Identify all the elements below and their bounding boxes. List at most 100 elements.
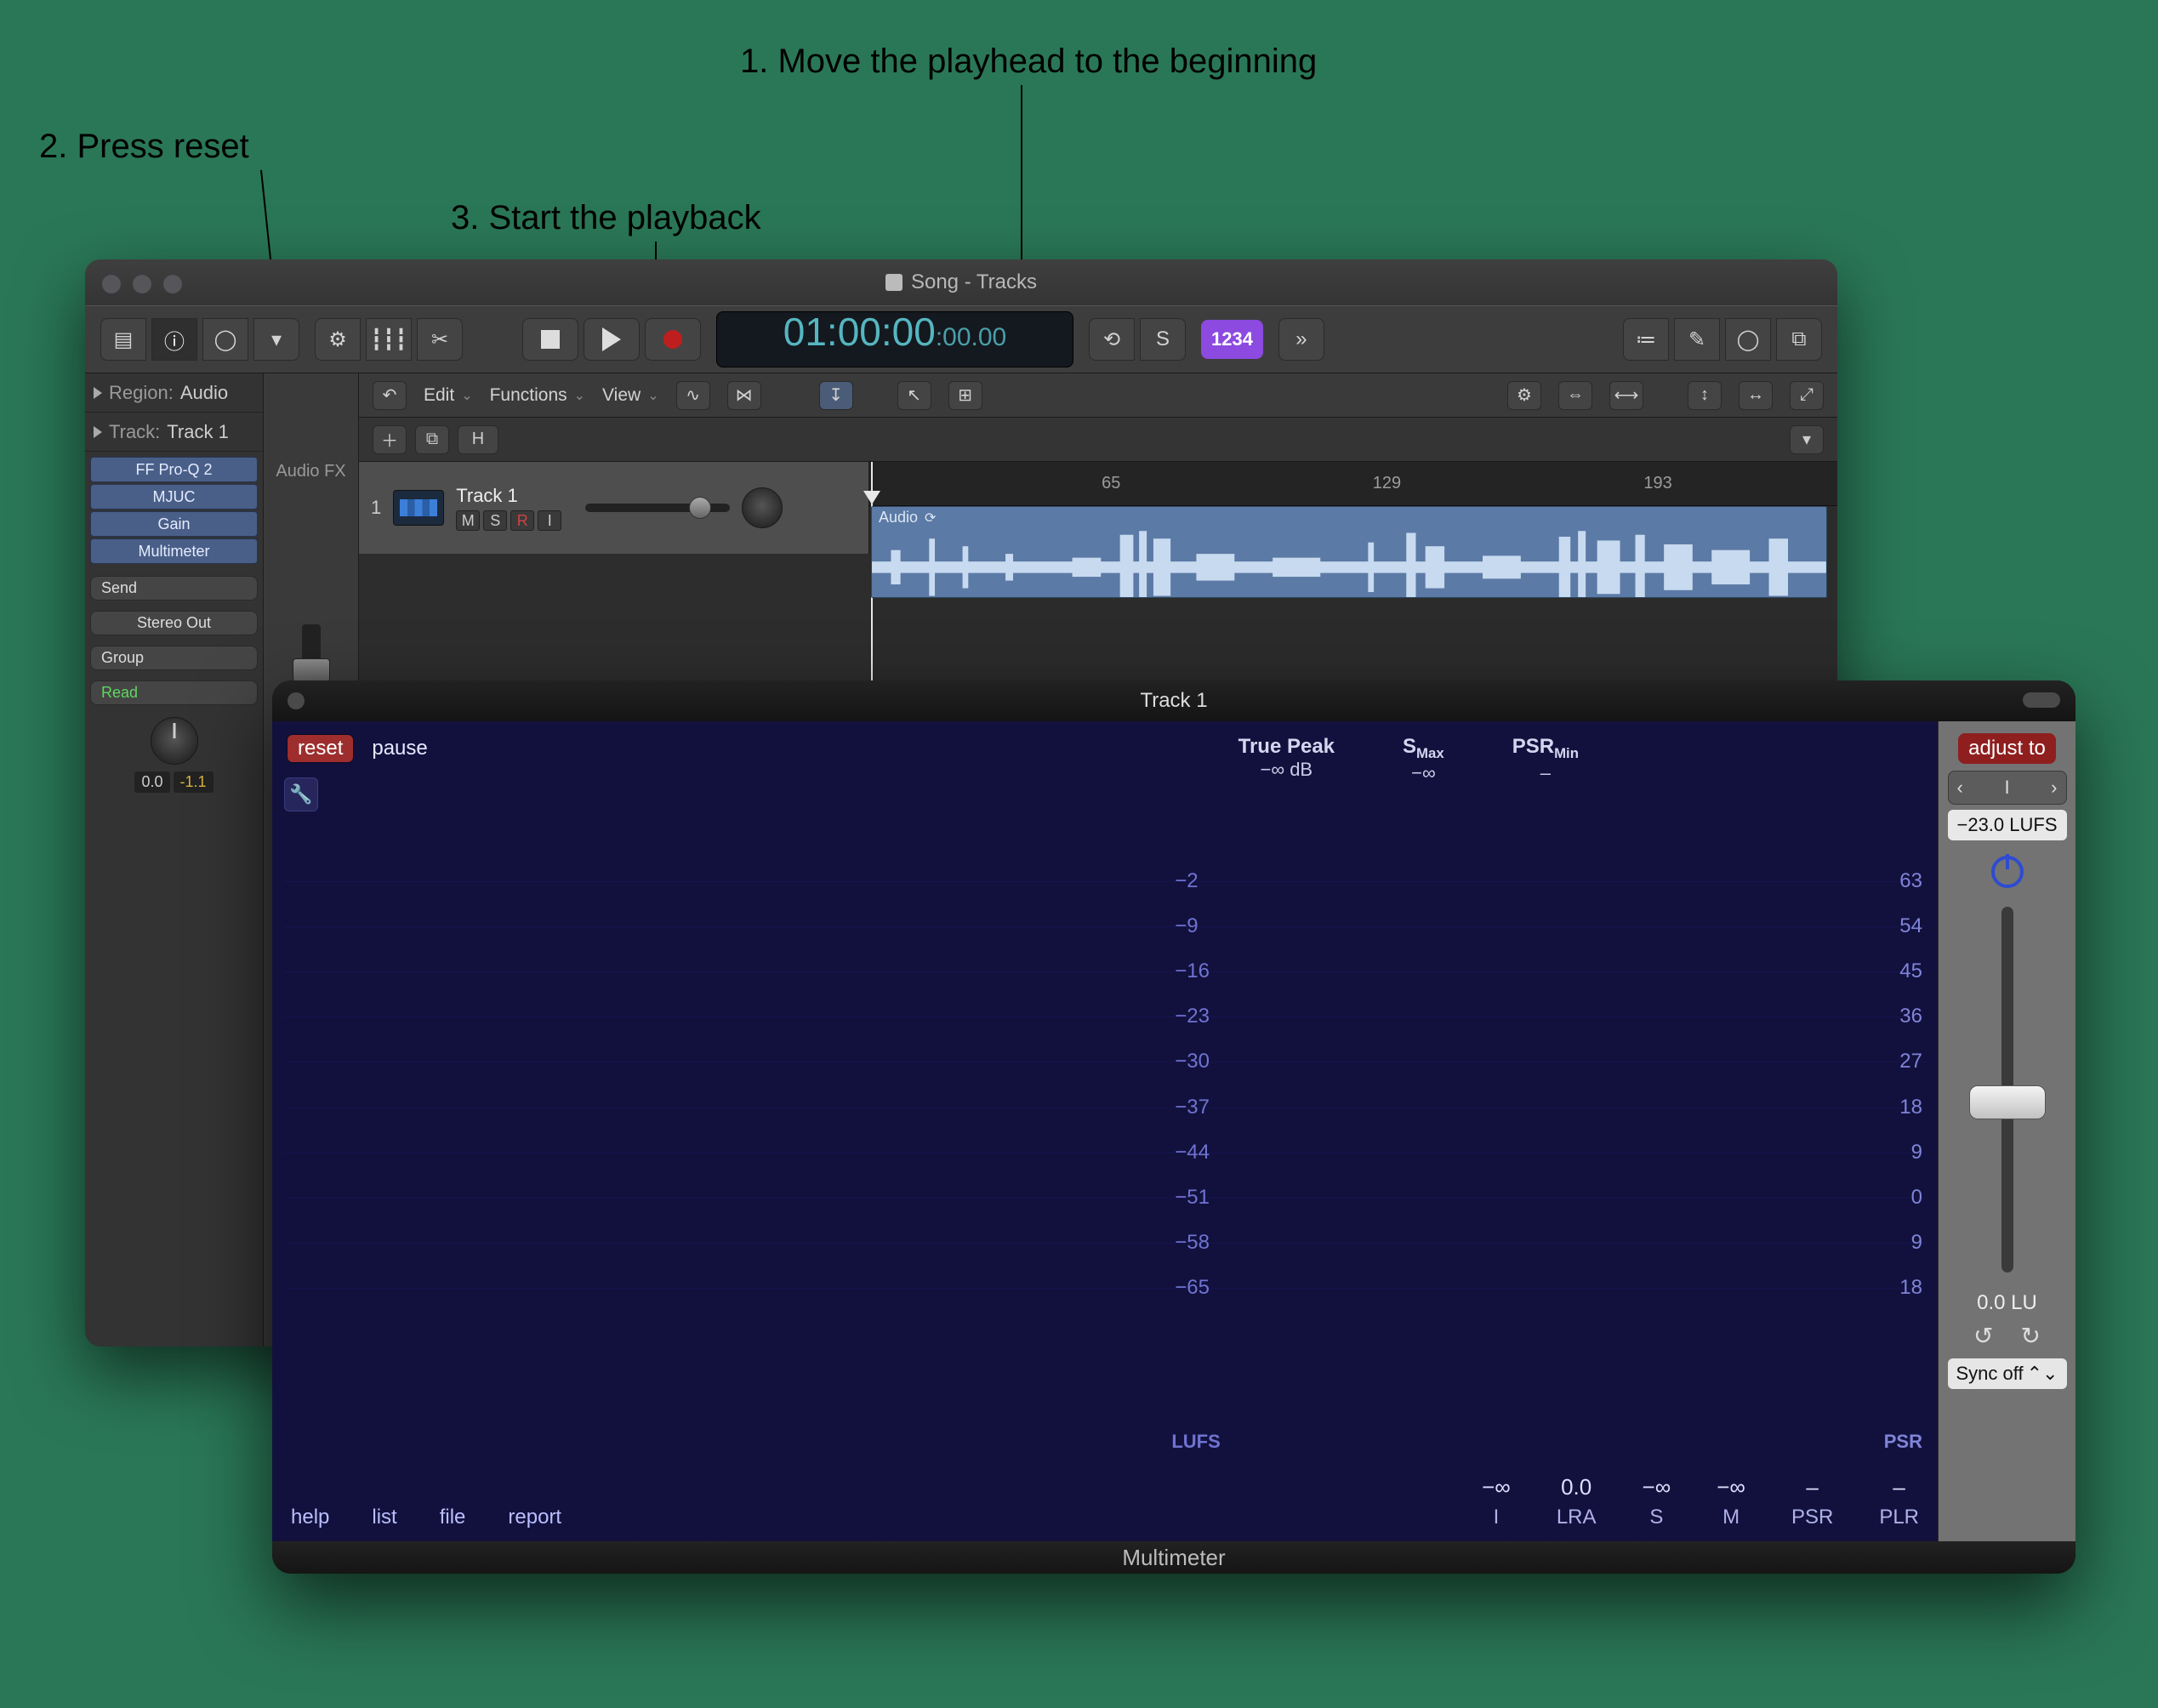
add-track-button[interactable]: ＋ (373, 425, 407, 454)
zoom-h-button[interactable]: ↔ (1739, 381, 1773, 410)
list-editors-button[interactable]: ≔ (1623, 318, 1669, 361)
track-mute-button[interactable]: M (456, 510, 480, 531)
duplicate-track-button[interactable]: ⧉ (415, 425, 449, 454)
send-chip[interactable]: Send (90, 576, 258, 601)
quick-help-button[interactable]: ◯ (202, 318, 248, 361)
editors-button[interactable]: ✂ (417, 318, 463, 361)
pan-knob[interactable] (151, 717, 198, 765)
track-icon[interactable] (393, 490, 444, 526)
library-button[interactable]: ▤ (100, 318, 146, 361)
multimeter-window: Track 1 reset pause 🔧 True Peak −∞ dB SM… (272, 680, 2075, 1574)
timecode-sub: :00.00 (936, 325, 1006, 350)
more-button[interactable]: » (1278, 318, 1324, 361)
reset-button[interactable]: reset (288, 735, 353, 762)
timecode-main: 01:00:00 (783, 312, 936, 351)
marquee-tool[interactable]: ⊞ (948, 381, 982, 410)
undo-icon[interactable]: ↺ (1973, 1322, 1993, 1350)
automation-button[interactable]: ∿ (676, 381, 710, 410)
logic-toolbar: ▤ ⓘ ◯ ▾ ⚙ ┇┇┇ ✂ 01:00:00:00.00 ⟲ S (85, 305, 1837, 373)
zoom-fit-button[interactable]: ⤢ (1790, 381, 1824, 410)
zoom-v-button[interactable]: ↕ (1688, 381, 1722, 410)
lufs-axis-label: −51 (1175, 1186, 1210, 1210)
trim-mode[interactable]: ⟷ (1609, 381, 1643, 410)
waveform (872, 529, 1826, 598)
record-button[interactable] (645, 318, 701, 361)
file-menu[interactable]: file (440, 1506, 466, 1529)
pointer-tool[interactable]: ↖ (897, 381, 931, 410)
media-browser-button[interactable]: ⧉ (1776, 318, 1822, 361)
help-menu[interactable]: help (291, 1506, 329, 1529)
timecode-display[interactable]: 01:00:00:00.00 (716, 311, 1073, 367)
mm-title: Track 1 (1140, 689, 1207, 713)
insert-slot-2[interactable]: Gain (90, 511, 258, 537)
lufs-axis-label: −58 (1175, 1231, 1210, 1255)
inspector-button[interactable]: ⓘ (151, 318, 197, 361)
loops-button[interactable]: ◯ (1725, 318, 1771, 361)
psr-axis-label: 63 (1899, 869, 1922, 893)
functions-menu[interactable]: Functions⌄ (490, 385, 585, 406)
report-menu[interactable]: report (508, 1506, 561, 1529)
lufs-axis-label: −30 (1175, 1050, 1210, 1073)
track-name[interactable]: Track 1 (456, 485, 561, 507)
stop-button[interactable] (522, 318, 578, 361)
lufs-axis-label: −37 (1175, 1096, 1210, 1119)
catch-playhead-button[interactable]: ↧ (819, 381, 853, 410)
flex-button[interactable]: ⋈ (727, 381, 761, 410)
list-menu[interactable]: list (372, 1506, 396, 1529)
psr-axis-label: 27 (1899, 1050, 1922, 1073)
global-tracks-button[interactable]: H (458, 425, 498, 454)
window-title: Song - Tracks (911, 270, 1037, 294)
cycle-button[interactable]: ⟲ (1089, 318, 1135, 361)
drag-mode[interactable]: ⇔ (1558, 381, 1592, 410)
solo-button[interactable]: S (1140, 318, 1186, 361)
resize-handle[interactable] (2023, 692, 2060, 708)
group-chip[interactable]: Group (90, 646, 258, 670)
smart-controls-button[interactable]: ⚙ (315, 318, 361, 361)
region-name: Audio (879, 509, 918, 527)
power-icon[interactable] (1991, 856, 2024, 888)
view-menu[interactable]: View⌄ (602, 385, 659, 406)
display-mode-chip[interactable]: 1234 (1201, 320, 1263, 359)
play-button[interactable] (584, 318, 640, 361)
track-row[interactable]: Track: Track 1 (85, 413, 263, 452)
track-solo-button[interactable]: S (483, 510, 507, 531)
target-lufs-field[interactable]: −23.0 LUFS (1948, 810, 2067, 840)
insert-slot-3[interactable]: Multimeter (90, 538, 258, 564)
close-icon[interactable] (288, 692, 305, 709)
snap-menu[interactable]: ⚙ (1507, 381, 1541, 410)
edit-menu[interactable]: Edit⌄ (424, 385, 473, 406)
logic-titlebar: Song - Tracks (85, 259, 1837, 305)
timeline-ruler[interactable]: 65 129 193 (869, 462, 1837, 506)
insert-slot-0[interactable]: FF Pro-Q 2 (90, 457, 258, 482)
chevron-left-icon[interactable]: ‹ (1957, 777, 1963, 799)
audio-region[interactable]: Audio ⟳ (871, 506, 1827, 598)
notepad-button[interactable]: ✎ (1674, 318, 1720, 361)
peak-value: -1.1 (174, 771, 214, 793)
track-volume-slider[interactable] (585, 504, 730, 512)
nav-back-button[interactable]: ↶ (373, 381, 407, 410)
insert-slot-1[interactable]: MJUC (90, 484, 258, 510)
adjust-to-button[interactable]: adjust to (1958, 733, 2056, 764)
track-pan-knob[interactable] (742, 487, 783, 528)
adjust-mode-stepper[interactable]: ‹ I › (1948, 771, 2067, 805)
toolbar-button[interactable]: ▾ (253, 318, 299, 361)
redo-icon[interactable]: ↻ (2021, 1322, 2041, 1350)
header-readouts: True Peak −∞ dB SMax −∞ PSRMin – (1238, 735, 1579, 784)
psr-axis-label: 18 (1899, 1096, 1922, 1119)
sync-dropdown[interactable]: Sync off⌃⌄ (1948, 1358, 2067, 1389)
automation-read-chip[interactable]: Read (90, 680, 258, 705)
catch-button[interactable]: ▾ (1790, 425, 1824, 454)
region-row[interactable]: Region: Audio (85, 373, 263, 413)
lufs-axis-label: −65 (1175, 1276, 1210, 1300)
chevron-right-icon[interactable]: › (2051, 777, 2057, 799)
track-input-button[interactable]: I (538, 510, 561, 531)
track-header[interactable]: 1 Track 1 M S R I (359, 462, 869, 554)
psr-axis-label: 45 (1899, 959, 1922, 983)
traffic-lights[interactable] (102, 275, 182, 293)
track-record-button[interactable]: R (510, 510, 534, 531)
pause-button[interactable]: pause (372, 737, 427, 760)
gain-slider[interactable] (2001, 907, 2013, 1272)
mixer-button[interactable]: ┇┇┇ (366, 318, 412, 361)
annotation-step2: 2. Press reset (39, 128, 249, 166)
output-chip[interactable]: Stereo Out (90, 611, 258, 635)
